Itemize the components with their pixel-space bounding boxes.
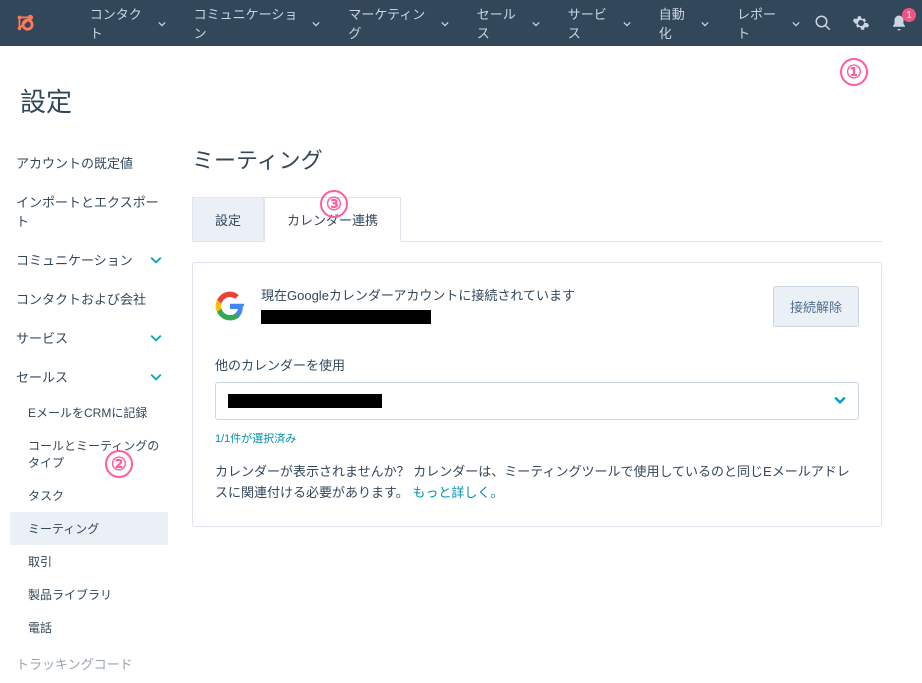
nav-items: コンタクト コミュニケーション マーケティング セールス サービス 自動化 レポ…	[76, 4, 814, 42]
selected-count: 1/1件が選択済み	[215, 430, 859, 446]
notification-badge: 1	[902, 8, 916, 22]
sidebar-label: コミュニケーション	[16, 250, 133, 269]
chevron-down-icon	[312, 16, 320, 31]
chevron-down-icon	[150, 332, 162, 344]
sidebar-sub-deals[interactable]: 取引	[10, 545, 168, 578]
sidebar-label: サービス	[16, 328, 68, 347]
sidebar-sub-label: ミーティング	[28, 522, 99, 536]
nav-contacts[interactable]: コンタクト	[76, 4, 180, 42]
nav-label: サービス	[568, 4, 619, 42]
tabs: 設定 カレンダー連携	[192, 197, 882, 242]
other-calendar-section: 他のカレンダーを使用 1/1件が選択済み	[215, 355, 859, 446]
nav-label: コンタクト	[90, 4, 154, 42]
sidebar-sub-label: コールとミーティングのタイプ	[28, 439, 159, 470]
nav-reports[interactable]: レポート	[723, 4, 814, 42]
nav-label: コミュニケーション	[194, 4, 309, 42]
google-logo-icon	[215, 291, 245, 321]
main-title: ミーティング	[192, 143, 882, 175]
chevron-down-icon	[623, 16, 631, 31]
chevron-down-icon	[441, 16, 449, 31]
sidebar-item-import-export[interactable]: インポートとエクスポート	[10, 182, 168, 240]
sidebar-sub-calling[interactable]: 電話	[10, 611, 168, 644]
sidebar-item-communication[interactable]: コミュニケーション	[10, 240, 168, 279]
nav-sales[interactable]: セールス	[463, 4, 554, 42]
nav-marketing[interactable]: マーケティング	[334, 4, 462, 42]
calendar-select[interactable]	[215, 382, 859, 420]
sidebar-sub-meetings[interactable]: ミーティング	[10, 512, 168, 545]
nav-label: レポート	[737, 4, 788, 42]
bell-icon[interactable]: 1	[890, 14, 908, 32]
sidebar-label: トラッキングコード	[16, 654, 133, 673]
disconnect-button[interactable]: 接続解除	[773, 286, 859, 327]
sidebar-sub-log-email[interactable]: EメールをCRMに記録	[10, 396, 168, 429]
sidebar-item-service[interactable]: サービス	[10, 318, 168, 357]
sidebar-sub-tasks[interactable]: タスク	[10, 479, 168, 512]
sidebar-item-tracking-code[interactable]: トラッキングコード	[10, 644, 168, 683]
chevron-down-icon	[150, 371, 162, 383]
chevron-down-icon	[834, 393, 846, 409]
sidebar-label: アカウントの既定値	[16, 153, 133, 172]
sidebar-item-contacts-companies[interactable]: コンタクトおよび会社	[10, 279, 168, 318]
selected-calendar-redacted	[228, 394, 382, 408]
help-text: カレンダーが表示されませんか？ カレンダーは、ミーティングツールで使用しているの…	[215, 462, 859, 504]
sidebar-item-sales[interactable]: セールス	[10, 357, 168, 396]
sidebar-sub-product-library[interactable]: 製品ライブラリ	[10, 578, 168, 611]
nav-label: 自動化	[659, 4, 697, 42]
hubspot-logo-icon[interactable]	[14, 12, 36, 34]
page-title: 設定	[20, 82, 902, 119]
help-message: カレンダーが表示されませんか？ カレンダーは、ミーティングツールで使用しているの…	[215, 464, 850, 500]
sidebar-sub-label: タスク	[28, 489, 64, 503]
sidebar-label: セールス	[16, 367, 68, 386]
top-nav: コンタクト コミュニケーション マーケティング セールス サービス 自動化 レポ…	[0, 0, 922, 46]
page-header: 設定	[0, 46, 922, 143]
learn-more-link[interactable]: もっと詳しく。	[412, 485, 503, 500]
sidebar-label: インポートとエクスポート	[16, 192, 162, 230]
search-icon[interactable]	[814, 14, 832, 32]
tab-label: カレンダー連携	[287, 213, 378, 228]
nav-label: マーケティング	[348, 4, 436, 42]
tab-label: 設定	[215, 213, 241, 228]
sidebar-sub-label: 製品ライブラリ	[28, 588, 112, 602]
sidebar-item-account-defaults[interactable]: アカウントの既定値	[10, 143, 168, 182]
connection-status: 現在Googleカレンダーアカウントに接続されています	[261, 285, 757, 304]
sidebar-sub-label: 電話	[28, 621, 52, 635]
sidebar-sub-call-meeting-types[interactable]: コールとミーティングのタイプ	[10, 429, 168, 479]
chevron-down-icon	[158, 16, 166, 31]
calendar-panel: 現在Googleカレンダーアカウントに接続されています 接続解除 他のカレンダー…	[192, 262, 882, 527]
gear-icon[interactable]	[852, 14, 870, 32]
chevron-down-icon	[792, 16, 800, 31]
settings-sidebar: アカウントの既定値 インポートとエクスポート コミュニケーション コンタクトおよ…	[0, 143, 172, 683]
connection-row: 現在Googleカレンダーアカウントに接続されています 接続解除	[215, 285, 859, 327]
chevron-down-icon	[532, 16, 540, 31]
nav-icons: 1	[814, 14, 908, 32]
nav-service[interactable]: サービス	[554, 4, 645, 42]
sidebar-sub-label: EメールをCRMに記録	[28, 406, 147, 420]
nav-label: セールス	[477, 4, 528, 42]
connected-account-redacted	[261, 310, 431, 324]
sidebar-label: コンタクトおよび会社	[16, 289, 146, 308]
nav-communication[interactable]: コミュニケーション	[180, 4, 335, 42]
chevron-down-icon	[150, 254, 162, 266]
other-calendar-label: 他のカレンダーを使用	[215, 355, 859, 374]
nav-automation[interactable]: 自動化	[645, 4, 723, 42]
sidebar-sub-label: 取引	[28, 555, 52, 569]
main-content: ミーティング 設定 カレンダー連携 現在Googleカレンダーアカウントに接続さ…	[172, 143, 922, 683]
chevron-down-icon	[701, 16, 709, 31]
tab-settings[interactable]: 設定	[192, 197, 264, 241]
tab-calendar-integration[interactable]: カレンダー連携	[264, 197, 401, 242]
